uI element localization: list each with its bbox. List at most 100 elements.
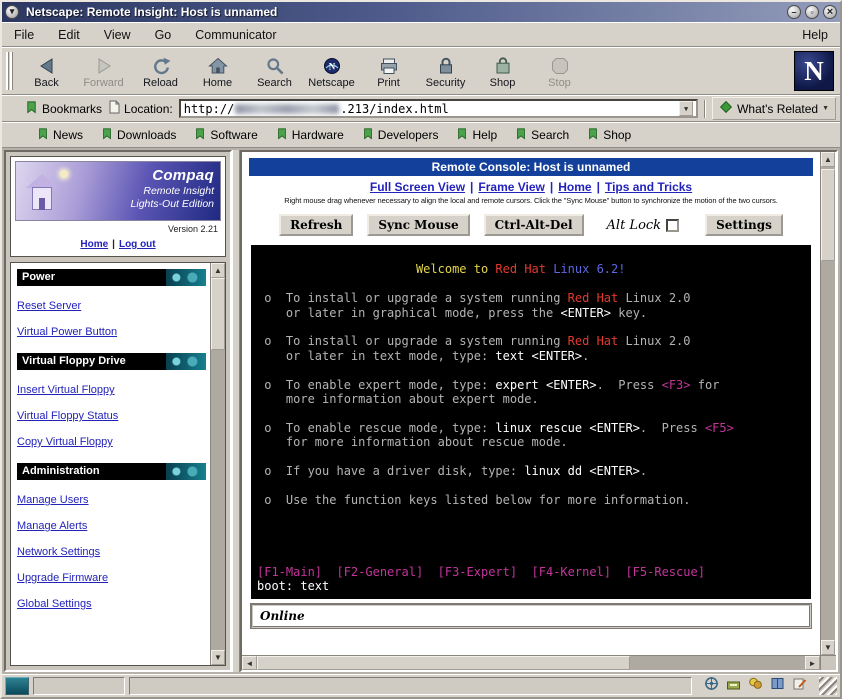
- console-line: o Use the function keys listed below for…: [257, 493, 805, 507]
- sidebar-link-global-settings[interactable]: Global Settings: [17, 598, 206, 610]
- window-menu-button[interactable]: [5, 5, 19, 19]
- chevron-down-icon: ▼: [822, 105, 829, 112]
- tips-and-tricks-link[interactable]: Tips and Tricks: [605, 180, 692, 194]
- personal-item-help[interactable]: Help: [456, 127, 497, 143]
- security-button[interactable]: Security: [417, 49, 474, 93]
- frame-view-link[interactable]: Frame View: [478, 180, 544, 194]
- sidebar-nav-list: Power Reset Server Virtual Power Button …: [11, 263, 210, 665]
- frame-divider[interactable]: [232, 150, 240, 672]
- search-button[interactable]: Search: [246, 49, 303, 93]
- personal-item-developers[interactable]: Developers: [362, 127, 439, 143]
- sidebar-scrollbar[interactable]: ▲ ▼: [210, 263, 225, 665]
- sidebar-link-insert-virtual-floppy[interactable]: Insert Virtual Floppy: [17, 384, 206, 396]
- console-line: or later in graphical mode, press the <E…: [257, 306, 805, 320]
- scrollbar-track[interactable]: [257, 656, 805, 670]
- scroll-up-button[interactable]: ▲: [821, 152, 835, 167]
- ctrl-alt-del-button[interactable]: Ctrl-Alt-Del: [484, 214, 584, 236]
- personal-item-downloads[interactable]: Downloads: [101, 127, 176, 143]
- sidebar-link-network-settings[interactable]: Network Settings: [17, 546, 206, 558]
- close-button[interactable]: [823, 5, 837, 19]
- personal-item-news[interactable]: News: [37, 127, 83, 143]
- scroll-down-button[interactable]: ▼: [821, 640, 835, 655]
- sidebar-link-reset-server[interactable]: Reset Server: [17, 300, 206, 312]
- personal-toolbar: News Downloads Software Hardware Develop…: [2, 122, 840, 148]
- sidebar-link-virtual-floppy-status[interactable]: Virtual Floppy Status: [17, 410, 206, 422]
- composer-icon[interactable]: [792, 676, 807, 696]
- reload-button[interactable]: Reload: [132, 49, 189, 93]
- logo-text: Compaq Remote Insight Lights-Out Edition: [131, 167, 214, 210]
- scroll-up-button[interactable]: ▲: [211, 263, 225, 278]
- personal-item-shop[interactable]: Shop: [587, 127, 631, 143]
- status-message-area: [129, 677, 692, 695]
- resize-grip[interactable]: [819, 677, 837, 695]
- refresh-button[interactable]: Refresh: [279, 214, 353, 236]
- toolbar-grip[interactable]: [6, 52, 14, 90]
- window-titlebar[interactable]: Netscape: Remote Insight: Host is unname…: [2, 2, 840, 22]
- settings-button[interactable]: Settings: [705, 214, 783, 236]
- maximize-button[interactable]: [805, 5, 819, 19]
- newsgroups-icon[interactable]: [748, 676, 763, 696]
- home-link[interactable]: Home: [558, 180, 591, 194]
- menu-help[interactable]: Help: [802, 28, 828, 42]
- remote-console-screen[interactable]: Welcome to Red Hat Linux 6.2! o To insta…: [251, 245, 811, 599]
- sidebar-home-link[interactable]: Home: [80, 239, 108, 250]
- menu-file[interactable]: File: [14, 28, 34, 42]
- scrollbar-track[interactable]: [211, 278, 225, 650]
- locationbar-separator: [704, 100, 706, 118]
- sidebar-link-manage-alerts[interactable]: Manage Alerts: [17, 520, 206, 532]
- console-line: more information about expert mode.: [257, 392, 805, 406]
- menu-view[interactable]: View: [104, 28, 131, 42]
- netscape-button[interactable]: N Netscape: [303, 49, 360, 93]
- whats-related-button[interactable]: What's Related ▼: [712, 97, 836, 120]
- page-proxy-icon[interactable]: [108, 100, 120, 117]
- navigator-icon[interactable]: [704, 676, 719, 696]
- console-line: o If you have a driver disk, type: linux…: [257, 464, 805, 478]
- scroll-right-button[interactable]: ►: [805, 656, 820, 670]
- inbox-icon[interactable]: [726, 676, 741, 696]
- bookmarks-button[interactable]: Bookmarks: [25, 100, 102, 117]
- address-book-icon[interactable]: [770, 676, 785, 696]
- component-bar-tab[interactable]: [5, 677, 29, 695]
- personal-item-software[interactable]: Software: [194, 127, 257, 143]
- main-vertical-scrollbar[interactable]: ▲ ▼: [820, 152, 835, 655]
- netscape-logo[interactable]: N: [794, 51, 834, 91]
- print-button[interactable]: Print: [360, 49, 417, 93]
- menu-communicator[interactable]: Communicator: [195, 28, 276, 42]
- stop-sign-icon: [550, 54, 570, 76]
- sidebar-link-manage-users[interactable]: Manage Users: [17, 494, 206, 506]
- console-line: [257, 248, 805, 262]
- minimize-button[interactable]: [787, 5, 801, 19]
- scrollbar-thumb[interactable]: [821, 169, 835, 261]
- personal-item-hardware[interactable]: Hardware: [276, 127, 344, 143]
- shop-button[interactable]: Shop: [474, 49, 531, 93]
- back-arrow-icon: [37, 54, 57, 76]
- scroll-down-button[interactable]: ▼: [211, 650, 225, 665]
- logo-sun-art: [60, 170, 68, 178]
- bookmark-folder-icon: [101, 127, 113, 143]
- main-horizontal-scrollbar[interactable]: ◄ ►: [242, 655, 820, 670]
- back-button[interactable]: Back: [18, 49, 75, 93]
- sidebar-link-virtual-power-button[interactable]: Virtual Power Button: [17, 326, 206, 338]
- sidebar-link-copy-virtual-floppy[interactable]: Copy Virtual Floppy: [17, 436, 206, 448]
- shopping-bag-icon: [493, 54, 513, 76]
- sidebar-logout-link[interactable]: Log out: [119, 239, 156, 250]
- scrollbar-thumb[interactable]: [257, 656, 630, 670]
- menu-go[interactable]: Go: [155, 28, 172, 42]
- full-screen-view-link[interactable]: Full Screen View: [370, 180, 465, 194]
- scrollbar-track[interactable]: [821, 167, 835, 640]
- section-header-decoration: [166, 463, 206, 480]
- url-history-dropdown[interactable]: ▼: [679, 101, 693, 116]
- console-nav-links: Full Screen View|Frame View|Home|Tips an…: [242, 180, 820, 194]
- scrollbar-thumb[interactable]: [211, 278, 225, 350]
- sidebar-link-upgrade-firmware[interactable]: Upgrade Firmware: [17, 572, 206, 584]
- home-button[interactable]: Home: [189, 49, 246, 93]
- forward-button[interactable]: Forward: [75, 49, 132, 93]
- sync-mouse-button[interactable]: Sync Mouse: [367, 214, 469, 236]
- scroll-left-button[interactable]: ◄: [242, 656, 257, 670]
- menu-edit[interactable]: Edit: [58, 28, 80, 42]
- url-input[interactable]: http://.213/index.html ▼: [179, 99, 698, 118]
- console-line: [257, 363, 805, 377]
- personal-item-search[interactable]: Search: [515, 127, 569, 143]
- stop-button[interactable]: Stop: [531, 49, 588, 93]
- alt-lock-checkbox[interactable]: [666, 219, 679, 232]
